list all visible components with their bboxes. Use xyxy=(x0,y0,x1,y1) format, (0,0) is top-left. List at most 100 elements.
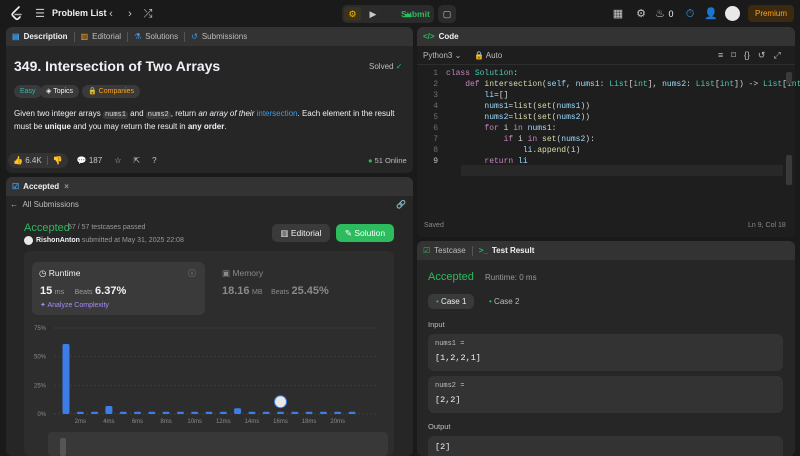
tab-accepted[interactable]: ☑ Accepted × xyxy=(6,177,75,196)
chart-bar[interactable] xyxy=(105,405,113,414)
result-status: Accepted xyxy=(428,271,474,283)
debug-icon[interactable]: ⚙ xyxy=(344,7,361,21)
prev-problem-icon[interactable]: ‹ xyxy=(106,7,116,21)
case-1-tab[interactable]: • Case 1 xyxy=(428,294,475,309)
chart-bar[interactable] xyxy=(76,411,84,414)
chart-bar[interactable] xyxy=(191,411,199,414)
topics-tag[interactable]: ◈ Topics xyxy=(40,85,80,98)
timer-icon[interactable]: ⏱ xyxy=(684,7,696,21)
editorial-button[interactable]: ▥ Editorial xyxy=(272,224,330,242)
user-avatar[interactable] xyxy=(725,6,740,21)
chart-bar[interactable] xyxy=(291,411,299,414)
comment-icon[interactable]: 💬 xyxy=(77,156,87,165)
editor-minimap-thumb[interactable] xyxy=(786,155,792,185)
runtime-distribution-chart[interactable]: 75% 50% 25% 0% 2ms 4ms 6ms 8ms 10ms 12ms 14ms 16ms 1… xyxy=(24,318,394,428)
analyze-complexity-link[interactable]: ✦ Analyze Complexity xyxy=(40,301,109,309)
chart-bar[interactable] xyxy=(162,411,170,414)
code-panel-header: </> Code xyxy=(417,27,795,46)
bookmark-icon[interactable]: ⌑ xyxy=(731,50,736,61)
share-icon[interactable]: ⇱ xyxy=(133,156,140,165)
tab-testcase[interactable]: ☑ Testcase xyxy=(417,241,472,260)
cursor-position: Ln 9, Col 18 xyxy=(748,222,786,229)
braces-icon[interactable]: {} xyxy=(744,50,750,61)
solved-label: Solved xyxy=(369,62,394,71)
thumbs-up-icon[interactable]: 👍 xyxy=(13,156,23,165)
chart-bar[interactable] xyxy=(248,411,256,414)
chart-bar[interactable] xyxy=(176,411,184,414)
run-button[interactable]: ▶ xyxy=(366,7,380,21)
reset-icon[interactable]: ↺ xyxy=(758,50,766,61)
code-line[interactable]: li.append(i) xyxy=(446,145,581,156)
code-line[interactable]: class Solution: xyxy=(446,68,518,79)
nums2-box: nums2 = [2,2] xyxy=(428,376,783,413)
chart-bar[interactable] xyxy=(62,344,70,414)
chart-bar[interactable] xyxy=(319,411,327,414)
premium-button[interactable]: Premium xyxy=(748,5,794,22)
chart-bar[interactable] xyxy=(334,411,342,414)
chart-bar[interactable] xyxy=(234,408,242,414)
tab-description[interactable]: ▤ Description xyxy=(6,27,74,46)
thumbs-down-icon[interactable]: 👎 xyxy=(53,156,63,165)
all-submissions-link[interactable]: ← All Submissions xyxy=(10,200,79,209)
star-icon[interactable]: ☆ xyxy=(114,156,121,165)
chart-bar[interactable] xyxy=(305,411,313,414)
chart-bar[interactable] xyxy=(277,411,284,414)
chart-bar[interactable] xyxy=(134,411,141,414)
tab-code[interactable]: </> Code xyxy=(417,27,465,46)
language-select[interactable]: Python3 ⌄ xyxy=(423,51,461,60)
companies-tag[interactable]: 🔒 Companies xyxy=(82,85,141,98)
slider-handle[interactable] xyxy=(60,438,66,456)
help-icon[interactable]: ? xyxy=(152,156,156,165)
code-line[interactable]: nums2=list(set(nums2)) xyxy=(446,112,590,123)
auto-mode-toggle[interactable]: 🔒 Auto xyxy=(474,51,502,60)
share-link-icon[interactable]: 🔗 xyxy=(396,200,406,209)
chart-bar[interactable] xyxy=(348,411,356,414)
tab-test-result[interactable]: >_ Test Result xyxy=(473,241,541,260)
tab-editorial[interactable]: ▥ Editorial xyxy=(75,27,127,46)
code-line[interactable]: nums1=list(set(nums1)) xyxy=(446,101,590,112)
submit-button[interactable]: ☁ Submit xyxy=(384,7,432,21)
line-number: 8 xyxy=(433,146,438,155)
problem-title[interactable]: 349. Intersection of Two Arrays xyxy=(14,58,220,74)
intersection-link[interactable]: intersection xyxy=(257,109,298,118)
code-line[interactable]: li=[] xyxy=(446,90,508,101)
fullscreen-icon[interactable]: ⤢ xyxy=(773,50,780,61)
case-2-tab[interactable]: • Case 2 xyxy=(481,294,527,309)
tab-submissions[interactable]: ↺ Submissions xyxy=(185,27,253,46)
chart-bar[interactable] xyxy=(205,411,213,414)
shuffle-icon[interactable]: ⤮ xyxy=(142,7,154,21)
streak-fire-icon[interactable]: ♨ xyxy=(654,7,666,21)
x-tick-label: 18ms xyxy=(302,419,317,425)
problem-list-icon[interactable]: ☰ xyxy=(34,7,46,20)
chart-bar[interactable] xyxy=(148,411,156,414)
chart-bar[interactable] xyxy=(262,411,270,414)
code-line[interactable]: def intersection(self, nums1: List[int],… xyxy=(446,79,800,90)
chart-bar[interactable] xyxy=(91,411,99,414)
testcases-passed: 57 / 57 testcases passed xyxy=(68,224,146,231)
solution-button[interactable]: ✎ Solution xyxy=(336,224,394,242)
add-friend-icon[interactable]: 👤 xyxy=(704,7,718,21)
solution-button-label: Solution xyxy=(354,228,386,238)
line-number: 6 xyxy=(433,124,438,133)
chart-bar[interactable] xyxy=(219,411,227,414)
close-tab-icon[interactable]: × xyxy=(64,182,69,191)
editor-scrollbar[interactable] xyxy=(786,72,792,84)
layout-icon[interactable]: ▦ xyxy=(612,7,624,21)
memory-header[interactable]: ▣ Memory xyxy=(222,268,263,279)
chart-bar[interactable] xyxy=(119,411,127,414)
submitter-avatar[interactable] xyxy=(24,236,33,245)
format-icon[interactable]: ≡ xyxy=(718,50,723,61)
notes-icon[interactable]: ▢ xyxy=(438,5,456,23)
your-submission-avatar[interactable] xyxy=(274,395,287,409)
next-problem-icon[interactable]: › xyxy=(125,7,135,21)
code-line[interactable]: for i in nums1: xyxy=(446,123,556,134)
submitter-name[interactable]: RishonAnton xyxy=(36,237,80,244)
settings-icon[interactable]: ⚙ xyxy=(635,7,647,21)
leetcode-logo-icon[interactable] xyxy=(10,6,24,21)
problem-list-link[interactable]: Problem List xyxy=(52,8,107,18)
chart-range-slider[interactable] xyxy=(48,432,388,456)
like-count: 6.4K xyxy=(25,156,42,165)
info-icon[interactable]: ⓘ xyxy=(188,268,196,279)
tab-solutions[interactable]: ⚗ Solutions xyxy=(128,27,184,46)
code-line[interactable]: if i in set(nums2): xyxy=(446,134,595,145)
